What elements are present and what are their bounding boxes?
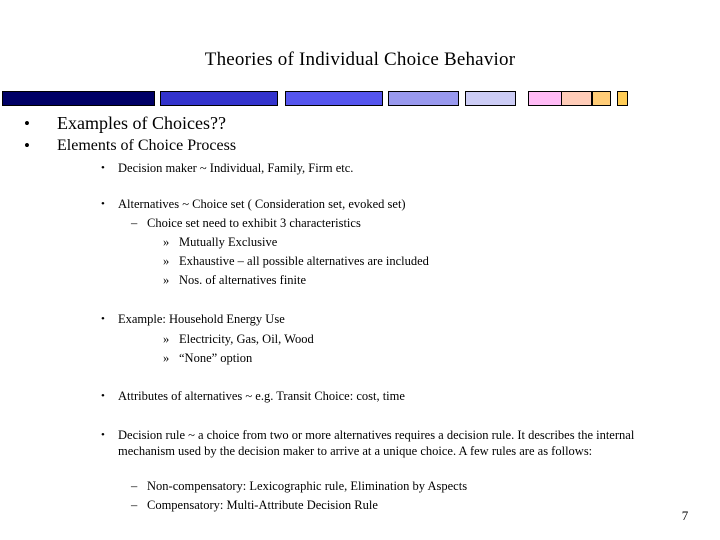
bullet-choice-set-characteristics-label: Choice set need to exhibit 3 characteris…	[147, 216, 361, 230]
slide-canvas: Theories of Individual Choice Behavior •…	[0, 0, 720, 540]
bullet-compensatory-label: Compensatory: Multi-Attribute Decision R…	[147, 498, 378, 512]
bullet-decision-rule-label: Decision rule ~ a choice from two or mor…	[118, 428, 635, 458]
bar-segment-3	[285, 91, 383, 106]
bullet-disc-icon: •	[24, 136, 30, 155]
bullet-none-option-label: “None” option	[179, 351, 253, 365]
bar-segment-8	[592, 91, 611, 106]
bullet-nos-of-alternatives-label: Nos. of alternatives finite	[179, 273, 307, 287]
bar-segment-1	[2, 91, 155, 106]
bar-segment-2	[160, 91, 278, 106]
bullet-dash-icon: –	[131, 498, 138, 512]
bullet-disc-icon: •	[24, 114, 30, 133]
bullet-disc-icon: •	[101, 390, 105, 402]
bullet-example-household-label: Example: Household Energy Use	[118, 312, 285, 326]
bullet-chevron-icon: »	[163, 235, 170, 249]
bullet-disc-icon: •	[101, 162, 105, 174]
bullet-decision-rule: • Decision rule ~ a choice from two or m…	[101, 427, 646, 459]
bullet-decision-maker-label: Decision maker ~ Individual, Family, Fir…	[118, 161, 354, 175]
decorative-color-bar	[0, 91, 720, 106]
bullet-chevron-icon: »	[163, 351, 170, 365]
bullet-mutually-exclusive-label: Mutually Exclusive	[179, 235, 278, 249]
bullet-alternatives-label: Alternatives ~ Choice set ( Consideratio…	[118, 197, 406, 211]
bullet-dash-icon: –	[131, 216, 138, 230]
bar-segment-5	[465, 91, 516, 106]
bar-segment-9	[617, 91, 628, 106]
bullet-examples-of-choices-label: Examples of Choices??	[57, 113, 226, 133]
bar-segment-4	[388, 91, 459, 106]
bullet-dash-icon: –	[131, 479, 138, 493]
bullet-disc-icon: •	[101, 313, 105, 325]
bullet-chevron-icon: »	[163, 273, 170, 287]
bullet-chevron-icon: »	[163, 254, 170, 268]
bullet-non-compensatory-label: Non-compensatory: Lexicographic rule, El…	[147, 479, 468, 493]
page-number: 7	[681, 508, 689, 523]
bullet-elements-of-choice-process-label: Elements of Choice Process	[57, 137, 237, 154]
slide-title: Theories of Individual Choice Behavior	[204, 49, 516, 70]
bar-segment-7	[561, 91, 592, 106]
bullet-disc-icon: •	[101, 429, 105, 441]
bullet-exhaustive-label: Exhaustive – all possible alternatives a…	[179, 254, 429, 268]
bullet-attributes-label: Attributes of alternatives ~ e.g. Transi…	[118, 389, 405, 403]
bullet-chevron-icon: »	[163, 332, 170, 346]
bullet-disc-icon: •	[101, 198, 105, 210]
bullet-energy-sources-label: Electricity, Gas, Oil, Wood	[179, 332, 314, 346]
